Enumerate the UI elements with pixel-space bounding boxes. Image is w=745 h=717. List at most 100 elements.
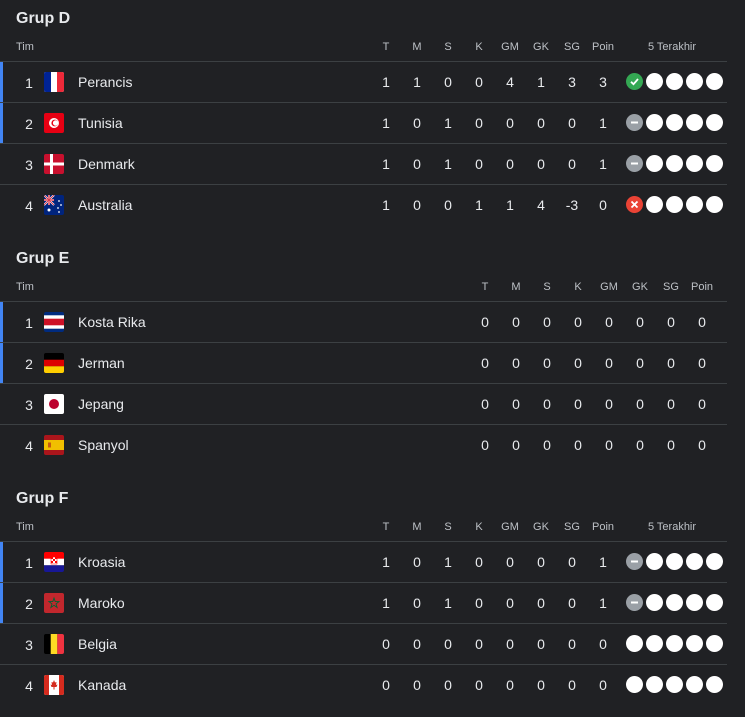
header-last-five: 5 Terakhir — [647, 521, 697, 533]
team-row[interactable]: 2 Jerman 0 0 0 0 0 0 0 0 — [0, 342, 727, 384]
team-name[interactable]: Tunisia — [78, 115, 123, 131]
team-row[interactable]: 1 Perancis 1 1 0 0 4 1 3 3 — [0, 61, 727, 103]
result-loss-icon[interactable] — [626, 196, 643, 213]
team-position: 3 — [25, 637, 33, 653]
header-team: Tim — [16, 281, 34, 293]
team-row[interactable]: 2 Tunisia 1 0 1 0 0 0 0 1 — [0, 102, 727, 144]
team-name[interactable]: Australia — [78, 197, 132, 213]
group-title[interactable]: Grup F — [16, 490, 68, 508]
stat-sg: 0 — [568, 595, 576, 611]
stat-poin: 1 — [599, 595, 607, 611]
result-empty-icon — [646, 676, 663, 693]
team-row[interactable]: 2 Maroko 1 0 1 0 0 0 0 1 — [0, 582, 727, 624]
header-gm: GM — [600, 281, 618, 293]
stat-sg: 0 — [568, 636, 576, 652]
germany-flag-icon — [44, 353, 64, 373]
stat-k: 0 — [475, 115, 483, 131]
header-poin: Poin — [591, 41, 615, 53]
header-s: S — [543, 281, 551, 293]
group-title[interactable]: Grup D — [16, 10, 70, 28]
team-row[interactable]: 3 Belgia 0 0 0 0 0 0 0 0 — [0, 623, 727, 665]
stat-t: 1 — [382, 74, 390, 90]
stat-poin: 0 — [698, 314, 706, 330]
team-name[interactable]: Spanyol — [78, 437, 129, 453]
stat-m: 0 — [413, 156, 421, 172]
group-title[interactable]: Grup E — [16, 250, 69, 268]
result-draw-icon[interactable] — [626, 155, 643, 172]
team-row[interactable]: 4 Australia 1 0 0 1 1 4 -3 0 — [0, 184, 727, 226]
stat-s: 0 — [543, 355, 551, 371]
team-name[interactable]: Perancis — [78, 74, 132, 90]
table-header: Tim T M S K GM GK SG Poin 5 Terakhir — [0, 518, 727, 538]
stat-k: 0 — [475, 595, 483, 611]
header-m: M — [412, 521, 422, 533]
team-position: 3 — [25, 397, 33, 413]
header-m: M — [511, 281, 521, 293]
stat-poin: 1 — [599, 115, 607, 131]
team-position: 1 — [25, 555, 33, 571]
team-row[interactable]: 4 Spanyol 0 0 0 0 0 0 0 0 — [0, 424, 727, 466]
result-empty-icon — [706, 635, 723, 652]
stat-k: 0 — [574, 437, 582, 453]
result-draw-icon[interactable] — [626, 553, 643, 570]
stat-gm: 0 — [506, 156, 514, 172]
stat-sg: 0 — [667, 396, 675, 412]
team-position: 2 — [25, 116, 33, 132]
team-name[interactable]: Kanada — [78, 677, 126, 693]
team-name[interactable]: Belgia — [78, 636, 117, 652]
team-name[interactable]: Kosta Rika — [78, 314, 146, 330]
stat-t: 1 — [382, 197, 390, 213]
stat-poin: 1 — [599, 156, 607, 172]
result-empty-icon — [666, 676, 683, 693]
croatia-flag-icon — [44, 552, 64, 572]
team-name[interactable]: Denmark — [78, 156, 135, 172]
stat-s: 0 — [543, 396, 551, 412]
team-name[interactable]: Maroko — [78, 595, 125, 611]
stat-gk: 4 — [537, 197, 545, 213]
result-empty-icon — [666, 73, 683, 90]
stat-gk: 0 — [636, 396, 644, 412]
france-flag-icon — [44, 72, 64, 92]
stat-gk: 0 — [636, 314, 644, 330]
japan-flag-icon — [44, 394, 64, 414]
tunisia-flag-icon — [44, 113, 64, 133]
result-draw-icon[interactable] — [626, 114, 643, 131]
team-row[interactable]: 1 Kosta Rika 0 0 0 0 0 0 0 0 — [0, 301, 727, 343]
stat-t: 0 — [481, 355, 489, 371]
header-t: T — [382, 41, 390, 53]
team-name[interactable]: Kroasia — [78, 554, 125, 570]
header-k: K — [475, 41, 483, 53]
team-row[interactable]: 3 Denmark 1 0 1 0 0 0 0 1 — [0, 143, 727, 185]
header-team: Tim — [16, 521, 34, 533]
team-row[interactable]: 3 Jepang 0 0 0 0 0 0 0 0 — [0, 383, 727, 425]
australia-flag-icon — [44, 195, 64, 215]
result-empty-icon — [706, 553, 723, 570]
stat-poin: 3 — [599, 74, 607, 90]
result-empty-icon — [646, 635, 663, 652]
stat-m: 0 — [413, 197, 421, 213]
team-position: 2 — [25, 596, 33, 612]
stat-k: 0 — [475, 74, 483, 90]
team-row[interactable]: 4 Kanada 0 0 0 0 0 0 0 0 — [0, 664, 727, 706]
header-poin: Poin — [690, 281, 714, 293]
result-empty-icon — [646, 196, 663, 213]
header-gk: GK — [533, 521, 549, 533]
stat-s: 0 — [444, 197, 452, 213]
stat-s: 1 — [444, 115, 452, 131]
stat-sg: -3 — [565, 197, 579, 213]
result-empty-icon — [626, 676, 643, 693]
result-empty-icon — [706, 114, 723, 131]
team-name[interactable]: Jerman — [78, 355, 125, 371]
team-row[interactable]: 1 Kroasia 1 0 1 0 0 0 0 1 — [0, 541, 727, 583]
stat-t: 0 — [382, 677, 390, 693]
team-name[interactable]: Jepang — [78, 396, 124, 412]
result-empty-icon — [646, 73, 663, 90]
team-position: 4 — [25, 198, 33, 214]
team-position: 4 — [25, 678, 33, 694]
result-empty-icon — [706, 196, 723, 213]
stat-gk: 0 — [537, 156, 545, 172]
result-win-icon[interactable] — [626, 73, 643, 90]
result-empty-icon — [646, 594, 663, 611]
stat-gm: 0 — [605, 314, 613, 330]
result-draw-icon[interactable] — [626, 594, 643, 611]
